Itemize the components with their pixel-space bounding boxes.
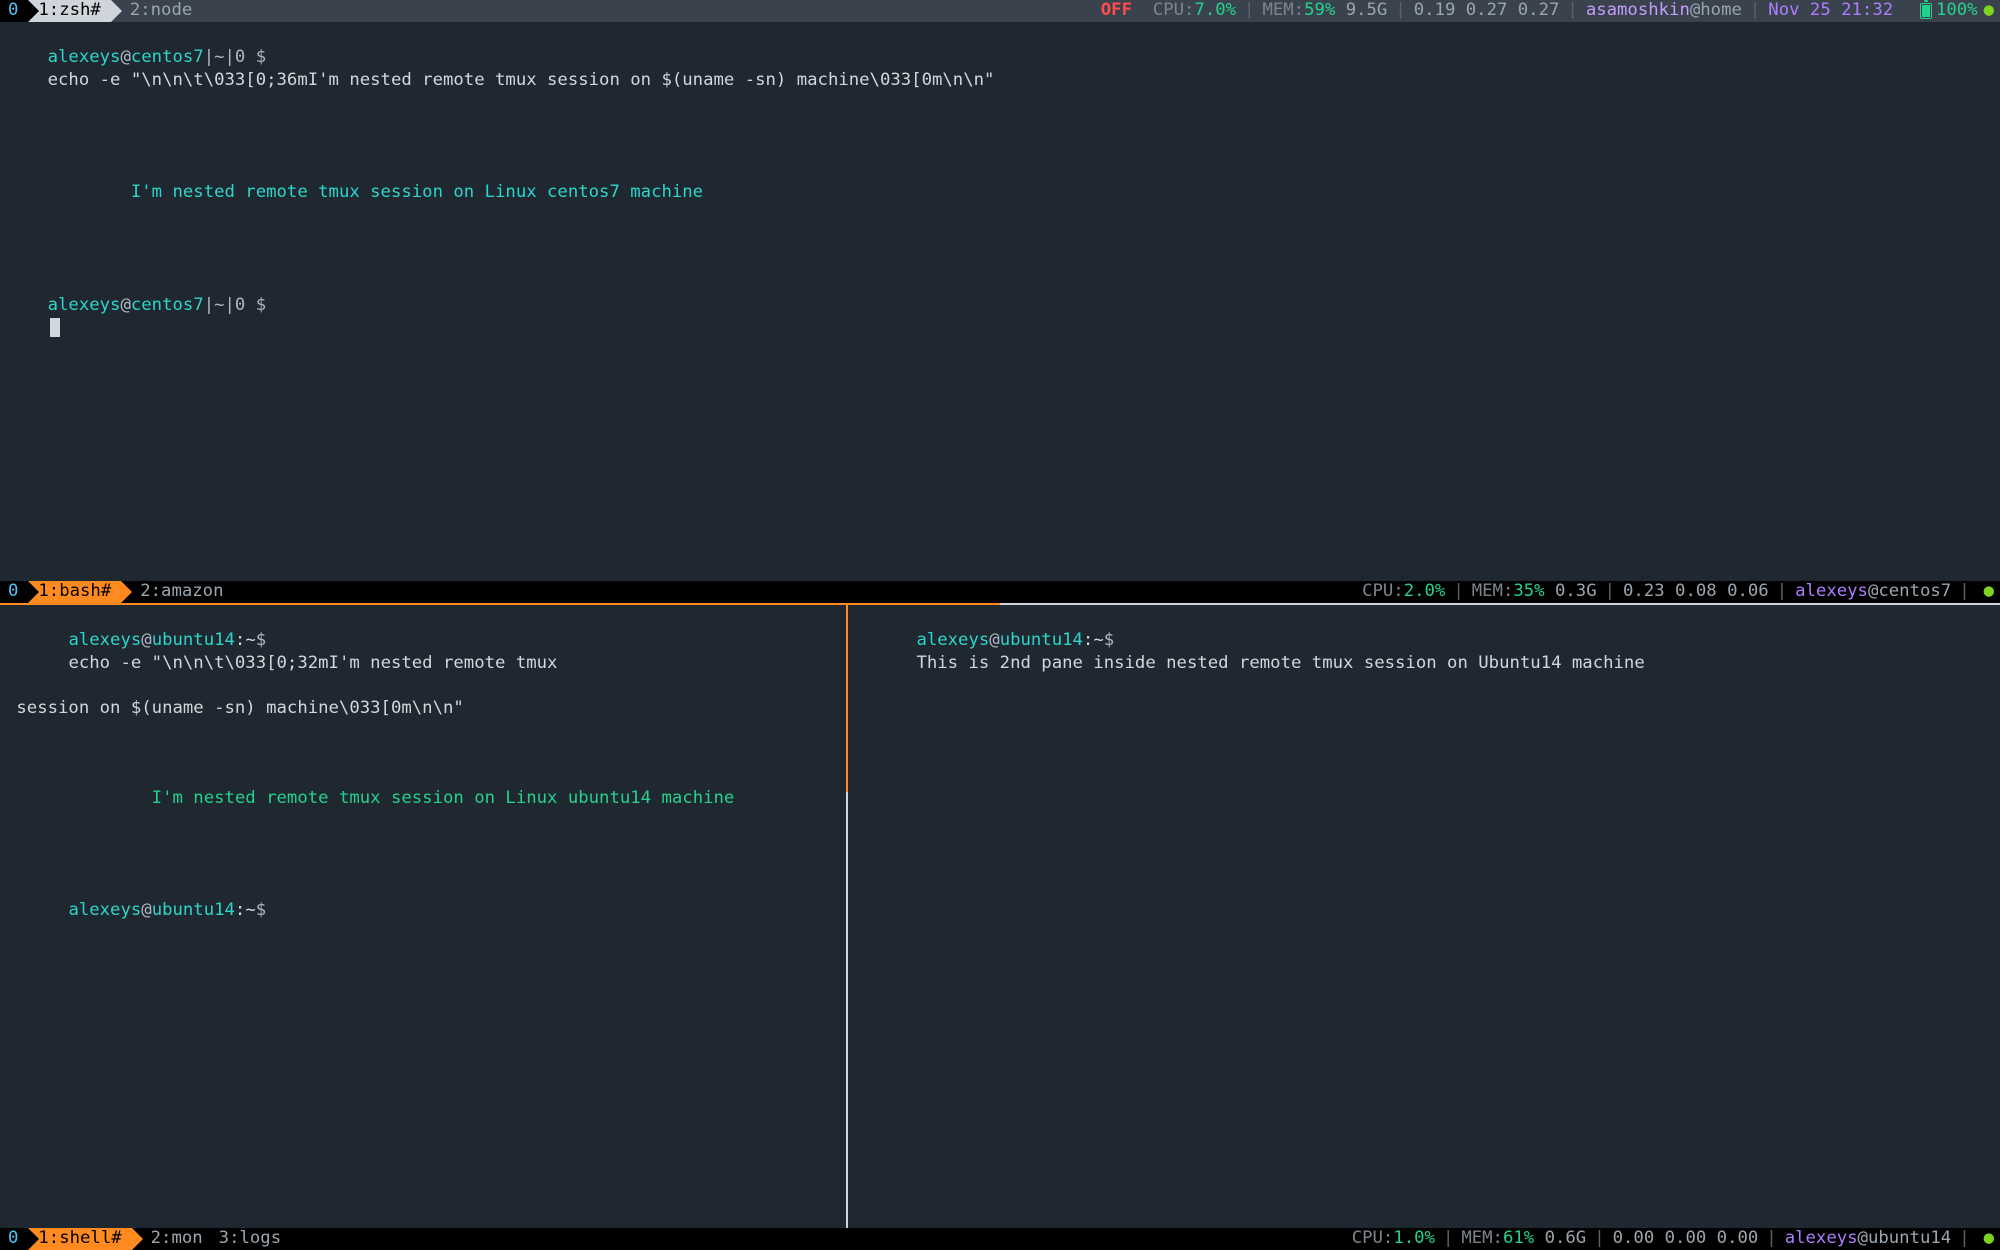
separator: | [1387, 0, 1413, 22]
status-dot-icon: ● [1978, 0, 1994, 22]
mem-size: 0.6G [1545, 1228, 1587, 1250]
mem-size: 9.5G [1346, 0, 1388, 22]
hostname: @home [1690, 0, 1742, 22]
output-line: I'm nested remote tmux session on Linux … [131, 182, 703, 202]
tab-active-bottom[interactable]: 1:shell# [28, 1228, 131, 1250]
separator: | [1236, 0, 1262, 22]
mem-label: MEM: [1472, 581, 1514, 603]
cmd-line: This is 2nd pane inside nested remote tm… [916, 653, 1644, 673]
chevron-right-icon [28, 0, 39, 22]
cmd-line: echo -e "\n\n\t\033[0;36mI'm nested remo… [48, 70, 995, 90]
battery-pct: 100% [1936, 0, 1978, 22]
off-indicator: OFF [1101, 0, 1132, 22]
prompt-user: alexeys [48, 47, 121, 67]
mem-size: 0.3G [1555, 581, 1597, 603]
cpu-label: CPU: [1362, 581, 1404, 603]
mem-pct: 61% [1503, 1228, 1534, 1250]
statusbar-top: 0 1:zsh# 2:node OFF CPU: 7.0% | MEM: 59%… [0, 0, 2000, 22]
loadavg: 0.23 0.08 0.06 [1623, 581, 1769, 603]
status-dot-icon: ● [1978, 1228, 1994, 1250]
datetime: Nov 25 21:32 [1768, 0, 1893, 22]
output-line: I'm nested remote tmux session on Linux … [152, 788, 735, 808]
chevron-right-icon [28, 1228, 39, 1250]
cursor-icon [50, 318, 60, 337]
tab-inactive-top[interactable]: 2:node [122, 0, 200, 22]
pane-centos7[interactable]: alexeys@centos7|~|0 $ echo -e "\n\n\t\03… [0, 22, 2000, 581]
cmd-line: echo -e "\n\n\t\033[0;32mI'm nested remo… [68, 653, 557, 673]
tab-active-mid[interactable]: 1:bash# [28, 581, 121, 603]
username: alexeys [1785, 1228, 1858, 1250]
username: alexeys [1795, 581, 1868, 603]
chevron-right-icon [111, 0, 122, 22]
mem-pct: 35% [1513, 581, 1544, 603]
separator: | [1742, 0, 1768, 22]
session-index-mid[interactable]: 0 [0, 581, 28, 603]
statusbar-bottom: 0 1:shell# 2:mon 3:logs CPU: 1.0% | MEM:… [0, 1228, 2000, 1250]
mem-pct: 59% [1304, 0, 1335, 22]
separator: | [1559, 0, 1585, 22]
mem-label: MEM: [1461, 1228, 1503, 1250]
chevron-right-icon [132, 1228, 143, 1250]
tab-active-top[interactable]: 1:zsh# [28, 0, 110, 22]
cpu-label: CPU: [1153, 0, 1195, 22]
loadavg: 0.19 0.27 0.27 [1414, 0, 1560, 22]
loadavg: 0.00 0.00 0.00 [1613, 1228, 1759, 1250]
chevron-right-icon [28, 581, 39, 603]
tab-inactive-mid[interactable]: 2:amazon [132, 581, 231, 603]
pane-ubuntu-right[interactable]: alexeys@ubuntu14:~$ This is 2nd pane ins… [848, 605, 2000, 1228]
session-index-bottom[interactable]: 0 [0, 1228, 28, 1250]
status-dot-icon: ● [1978, 581, 1994, 603]
cpu-value: 2.0% [1404, 581, 1446, 603]
pane-ubuntu-left[interactable]: alexeys@ubuntu14:~$ echo -e "\n\n\t\033[… [0, 605, 846, 1228]
chevron-right-icon [121, 581, 132, 603]
session-index-top[interactable]: 0 [0, 0, 28, 22]
tab-inactive-bottom-1[interactable]: 2:mon [143, 1228, 211, 1250]
hostname: @ubuntu14 [1858, 1228, 1952, 1250]
username: asamoshkin [1586, 0, 1690, 22]
mem-label: MEM: [1262, 0, 1304, 22]
cpu-label: CPU: [1352, 1228, 1394, 1250]
hostname: @centos7 [1868, 581, 1951, 603]
battery-icon [1920, 3, 1932, 19]
cpu-value: 7.0% [1194, 0, 1236, 22]
cpu-value: 1.0% [1393, 1228, 1435, 1250]
statusbar-mid: 0 1:bash# 2:amazon CPU: 2.0% | MEM: 35% … [0, 581, 2000, 603]
tab-inactive-bottom-2[interactable]: 3:logs [211, 1228, 289, 1250]
